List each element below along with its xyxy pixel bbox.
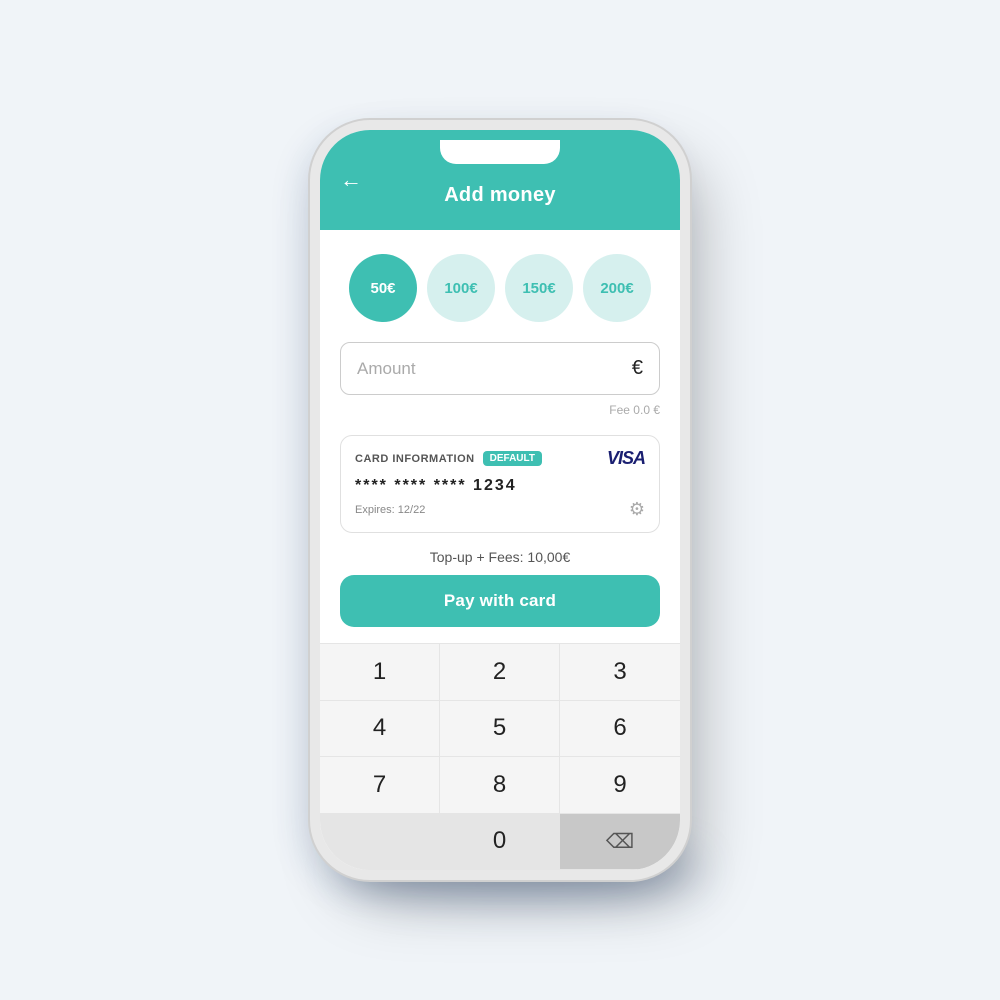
key-7[interactable]: 7 (320, 757, 440, 814)
amount-btn-100[interactable]: 100€ (427, 254, 495, 322)
key-4[interactable]: 4 (320, 701, 440, 758)
phone-shell: ← Add money 50€ 100€ 150€ 200€ Amount € (320, 130, 680, 870)
amount-input-wrapper[interactable]: Amount € (340, 342, 660, 395)
page-title: Add money (444, 184, 556, 207)
card-section[interactable]: CARD INFORMATION DEFAULT VISA **** **** … (340, 435, 660, 533)
gear-icon[interactable]: ⚙ (629, 499, 645, 520)
currency-symbol: € (632, 357, 643, 380)
amount-btn-200[interactable]: 200€ (583, 254, 651, 322)
card-header: CARD INFORMATION DEFAULT VISA (355, 448, 645, 469)
card-footer: Expires: 12/22 ⚙ (355, 499, 645, 520)
amount-btn-150[interactable]: 150€ (505, 254, 573, 322)
key-8[interactable]: 8 (440, 757, 560, 814)
key-0[interactable]: 0 (440, 814, 560, 871)
expires-label: Expires: 12/22 (355, 504, 425, 516)
default-badge: DEFAULT (483, 451, 542, 466)
key-1[interactable]: 1 (320, 644, 440, 701)
key-6[interactable]: 6 (560, 701, 680, 758)
screen: ← Add money 50€ 100€ 150€ 200€ Amount € (320, 130, 680, 870)
key-5[interactable]: 5 (440, 701, 560, 758)
main-content: 50€ 100€ 150€ 200€ Amount € Fee 0.0 € (320, 230, 680, 870)
back-button[interactable]: ← (340, 167, 362, 193)
amount-buttons-row: 50€ 100€ 150€ 200€ (320, 230, 680, 338)
key-empty (320, 814, 440, 871)
key-backspace[interactable]: ⌫ (560, 814, 680, 871)
card-info-label: CARD INFORMATION (355, 453, 475, 465)
amount-input-placeholder: Amount (357, 359, 632, 379)
card-number: **** **** **** 1234 (355, 477, 645, 495)
amount-btn-50[interactable]: 50€ (349, 254, 417, 322)
phone-notch (440, 140, 560, 164)
key-9[interactable]: 9 (560, 757, 680, 814)
phone-frame: ← Add money 50€ 100€ 150€ 200€ Amount € (320, 130, 680, 870)
topup-summary: Top-up + Fees: 10,00€ (320, 545, 680, 575)
pay-with-card-button[interactable]: Pay with card (340, 575, 660, 627)
fee-label: Fee 0.0 € (320, 399, 680, 427)
key-2[interactable]: 2 (440, 644, 560, 701)
key-3[interactable]: 3 (560, 644, 680, 701)
visa-logo: VISA (607, 448, 645, 469)
keypad: 123 456 7890⌫ (320, 643, 680, 870)
